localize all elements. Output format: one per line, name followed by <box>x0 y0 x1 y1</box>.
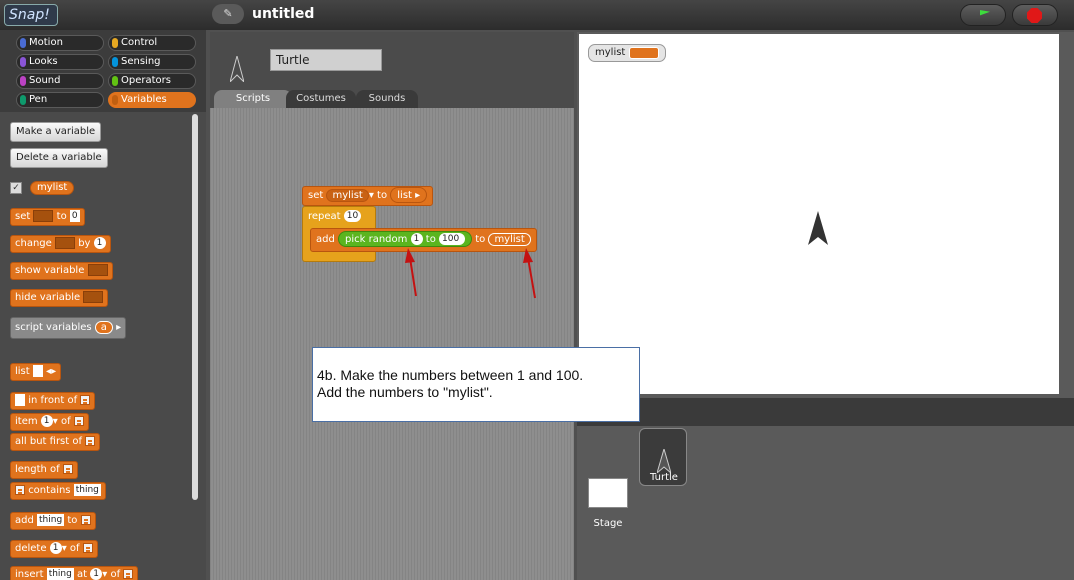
var-dropdown[interactable] <box>83 291 104 303</box>
variable-reporter-mylist[interactable]: mylist <box>30 181 75 195</box>
project-title: untitled <box>252 6 315 22</box>
item-of-block[interactable]: item 1 ▾ of <box>10 413 89 431</box>
green-flag-button[interactable] <box>960 4 1006 26</box>
category-operators[interactable]: Operators <box>108 73 196 89</box>
length-of-block[interactable]: length of <box>10 461 78 479</box>
callout-line-2: Add the numbers to "mylist". <box>317 384 493 400</box>
callout-line-1: 4b. Make the numbers between 1 and 100. <box>317 367 584 383</box>
all-but-first-block[interactable]: all but first of <box>10 433 101 451</box>
category-motion[interactable]: Motion <box>16 35 104 51</box>
red-arrow-annotation <box>405 248 417 297</box>
make-variable-button[interactable]: Make a variable <box>10 122 102 142</box>
list-block[interactable]: list ◂▸ <box>10 363 62 381</box>
red-arrow-annotation <box>523 248 536 299</box>
pencil-icon: ✎ <box>223 7 233 20</box>
var-dropdown[interactable] <box>87 264 108 276</box>
add-to-list-block[interactable]: add thing to <box>10 512 96 530</box>
show-variable-block[interactable]: show variable <box>10 262 113 280</box>
category-control[interactable]: Control <box>108 35 196 51</box>
category-selector: Motion Control Looks Sensing Sound Opera… <box>0 30 206 112</box>
set-block[interactable]: set to 0 <box>10 208 85 226</box>
pick-random-block[interactable]: pick random 1 to 100 <box>338 231 473 247</box>
turtle-arrow-icon <box>657 449 671 473</box>
change-block[interactable]: change by 1 <box>10 235 111 253</box>
top-bar: Snap! ✎ untitled <box>0 0 1074 30</box>
delete-of-block[interactable]: delete 1 ▾ of <box>10 540 98 558</box>
watcher-value <box>629 47 659 59</box>
corral-bar <box>577 398 1074 426</box>
snap-logo[interactable]: Snap! <box>4 4 58 26</box>
script-variables-block[interactable]: script variables a ▸ <box>10 317 127 339</box>
stage-thumbnail[interactable] <box>588 478 628 508</box>
repeat-label: repeat 10 <box>308 210 362 222</box>
category-looks[interactable]: Looks <box>16 54 104 70</box>
tab-costumes[interactable]: Costumes <box>286 90 356 108</box>
stage-label: Stage <box>593 518 623 529</box>
in-front-of-block[interactable]: in front of <box>10 392 96 410</box>
block-palette: Make a variable Delete a variable ✓ myli… <box>0 112 206 580</box>
sprite-name-field[interactable]: Turtle <box>270 49 382 71</box>
sprite-arrow-icon <box>230 56 244 82</box>
category-variables[interactable]: Variables <box>108 92 196 108</box>
var-dropdown[interactable] <box>33 210 54 222</box>
category-sound[interactable]: Sound <box>16 73 104 89</box>
hide-variable-block[interactable]: hide variable <box>10 289 109 307</box>
var-dropdown[interactable] <box>55 237 75 249</box>
tab-sounds[interactable]: Sounds <box>356 90 418 108</box>
instruction-callout: 4b. Make the numbers between 1 and 100. … <box>312 347 640 422</box>
script-set-block[interactable]: set mylist ▾ to list ▸ <box>302 186 434 206</box>
category-pen[interactable]: Pen <box>16 92 104 108</box>
stop-button[interactable] <box>1012 4 1058 26</box>
sprite-icon-turtle[interactable]: Turtle <box>639 428 687 486</box>
scripts-area[interactable] <box>210 108 574 580</box>
insert-at-block[interactable]: insert thing at 1 ▾ of <box>10 566 139 580</box>
variable-watcher[interactable]: mylist <box>588 44 666 62</box>
green-flag-icon <box>980 10 990 16</box>
palette-scrollbar[interactable] <box>192 114 198 500</box>
tab-scripts[interactable]: Scripts <box>214 90 292 108</box>
project-menu-button[interactable]: ✎ <box>212 4 244 24</box>
variable-checkbox[interactable]: ✓ <box>10 182 22 194</box>
sprite-icon-label: Turtle <box>650 472 678 483</box>
category-sensing[interactable]: Sensing <box>108 54 196 70</box>
delete-variable-button[interactable]: Delete a variable <box>10 148 108 168</box>
stop-sign-icon <box>1027 8 1042 23</box>
turtle-sprite-icon[interactable] <box>808 211 828 245</box>
contains-block[interactable]: contains thing <box>10 482 106 500</box>
